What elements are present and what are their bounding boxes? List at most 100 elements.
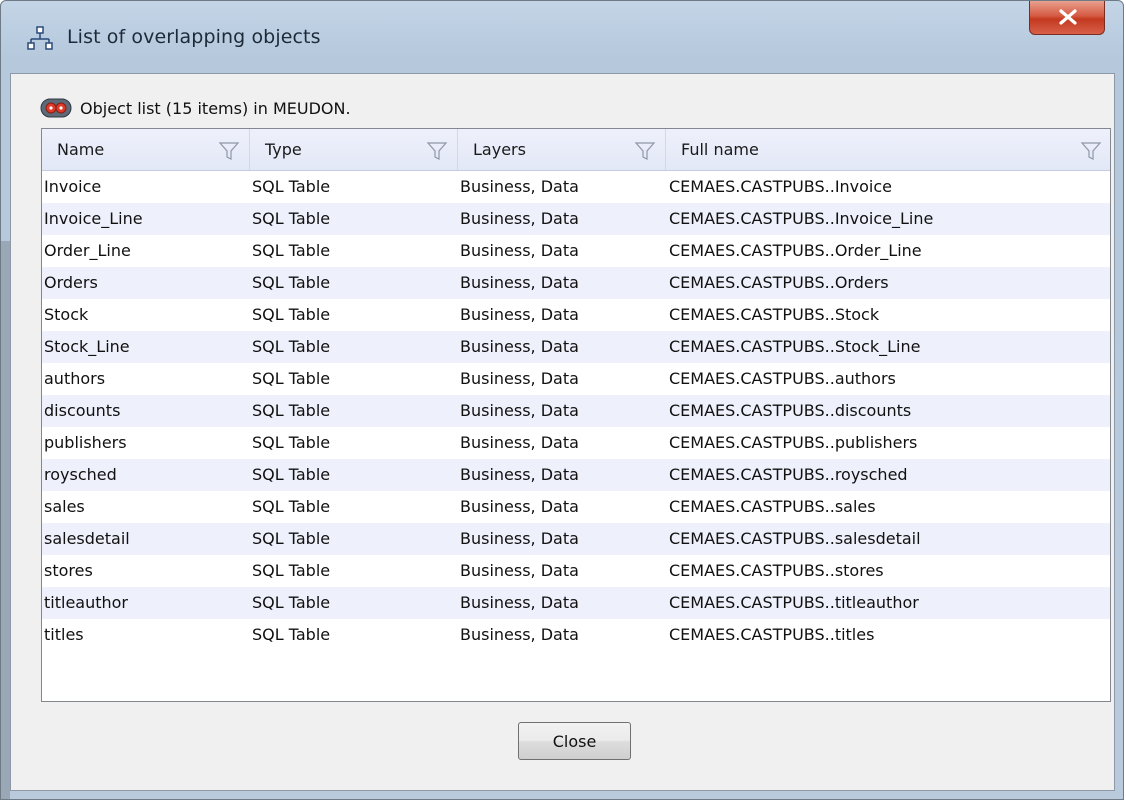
- cell-full-name: CEMAES.CASTPUBS..Stock: [669, 305, 880, 324]
- cell-name: sales: [44, 497, 85, 516]
- objects-table[interactable]: Name Type Layers Full name Invoice SQL T…: [41, 128, 1111, 702]
- table-row[interactable]: salesdetail SQL Table Business, Data CEM…: [42, 523, 1110, 555]
- cell-layers: Business, Data: [460, 561, 579, 580]
- dialog-content: Object list (15 items) in MEUDON. Name T…: [10, 73, 1115, 791]
- cell-type: SQL Table: [252, 369, 331, 388]
- cell-full-name: CEMAES.CASTPUBS..roysched: [669, 465, 908, 484]
- cell-type: SQL Table: [252, 209, 331, 228]
- cell-type: SQL Table: [252, 529, 331, 548]
- filter-icon[interactable]: [218, 140, 240, 162]
- cell-type: SQL Table: [252, 401, 331, 420]
- column-header-type[interactable]: Type: [250, 129, 458, 170]
- cell-full-name: CEMAES.CASTPUBS..Invoice_Line: [669, 209, 934, 228]
- cell-name: Invoice: [44, 177, 102, 196]
- table-row[interactable]: titleauthor SQL Table Business, Data CEM…: [42, 587, 1110, 619]
- table-row[interactable]: stores SQL Table Business, Data CEMAES.C…: [42, 555, 1110, 587]
- table-row[interactable]: sales SQL Table Business, Data CEMAES.CA…: [42, 491, 1110, 523]
- hierarchy-icon: [27, 25, 53, 51]
- cell-full-name: CEMAES.CASTPUBS..salesdetail: [669, 529, 921, 548]
- cell-type: SQL Table: [252, 497, 331, 516]
- table-row[interactable]: Stock_Line SQL Table Business, Data CEMA…: [42, 331, 1110, 363]
- table-row[interactable]: publishers SQL Table Business, Data CEMA…: [42, 427, 1110, 459]
- window-close-button[interactable]: [1029, 1, 1105, 35]
- cell-layers: Business, Data: [460, 465, 579, 484]
- cell-name: Order_Line: [44, 241, 131, 260]
- cell-layers: Business, Data: [460, 433, 579, 452]
- cell-type: SQL Table: [252, 625, 331, 644]
- cell-name: publishers: [44, 433, 127, 452]
- cell-layers: Business, Data: [460, 177, 579, 196]
- object-list-icon: [40, 97, 72, 119]
- table-row[interactable]: Invoice_Line SQL Table Business, Data CE…: [42, 203, 1110, 235]
- cell-name: titles: [44, 625, 84, 644]
- filter-icon[interactable]: [634, 140, 656, 162]
- cell-name: Orders: [44, 273, 98, 292]
- cell-type: SQL Table: [252, 305, 331, 324]
- cell-type: SQL Table: [252, 241, 331, 260]
- cell-type: SQL Table: [252, 465, 331, 484]
- column-header-layers[interactable]: Layers: [458, 129, 666, 170]
- column-header-label: Name: [57, 140, 105, 159]
- cell-layers: Business, Data: [460, 209, 579, 228]
- cell-layers: Business, Data: [460, 529, 579, 548]
- cell-full-name: CEMAES.CASTPUBS..sales: [669, 497, 876, 516]
- cell-name: titleauthor: [44, 593, 129, 612]
- cell-layers: Business, Data: [460, 241, 579, 260]
- cell-full-name: CEMAES.CASTPUBS..publishers: [669, 433, 918, 452]
- list-caption-text: Object list (15 items) in MEUDON.: [80, 98, 351, 118]
- cell-layers: Business, Data: [460, 369, 579, 388]
- cell-layers: Business, Data: [460, 497, 579, 516]
- cell-name: authors: [44, 369, 106, 388]
- cell-layers: Business, Data: [460, 273, 579, 292]
- table-body: Invoice SQL Table Business, Data CEMAES.…: [42, 171, 1110, 651]
- cell-type: SQL Table: [252, 593, 331, 612]
- column-header-name[interactable]: Name: [42, 129, 250, 170]
- window-edge: [1, 241, 10, 799]
- cell-name: roysched: [44, 465, 117, 484]
- cell-full-name: CEMAES.CASTPUBS..Invoice: [669, 177, 893, 196]
- cell-full-name: CEMAES.CASTPUBS..titleauthor: [669, 593, 919, 612]
- cell-name: salesdetail: [44, 529, 130, 548]
- filter-icon[interactable]: [426, 140, 448, 162]
- cell-type: SQL Table: [252, 337, 331, 356]
- column-header-label: Type: [265, 140, 302, 159]
- cell-full-name: CEMAES.CASTPUBS..stores: [669, 561, 884, 580]
- title-bar[interactable]: List of overlapping objects: [1, 1, 1123, 73]
- dialog-window: List of overlapping objects Object list …: [0, 0, 1124, 800]
- cell-full-name: CEMAES.CASTPUBS..Orders: [669, 273, 889, 292]
- cell-full-name: CEMAES.CASTPUBS..Order_Line: [669, 241, 922, 260]
- column-header-label: Layers: [473, 140, 526, 159]
- column-header-label: Full name: [681, 140, 759, 159]
- table-row[interactable]: Stock SQL Table Business, Data CEMAES.CA…: [42, 299, 1110, 331]
- cell-name: Stock_Line: [44, 337, 130, 356]
- cell-name: discounts: [44, 401, 121, 420]
- column-header-full-name[interactable]: Full name: [666, 129, 1110, 170]
- table-header: Name Type Layers Full name: [42, 129, 1110, 171]
- window-title: List of overlapping objects: [67, 26, 321, 48]
- table-row[interactable]: discounts SQL Table Business, Data CEMAE…: [42, 395, 1110, 427]
- cell-full-name: CEMAES.CASTPUBS..authors: [669, 369, 896, 388]
- cell-type: SQL Table: [252, 561, 331, 580]
- table-row[interactable]: Orders SQL Table Business, Data CEMAES.C…: [42, 267, 1110, 299]
- table-row[interactable]: titles SQL Table Business, Data CEMAES.C…: [42, 619, 1110, 651]
- cell-name: Stock: [44, 305, 89, 324]
- cell-type: SQL Table: [252, 273, 331, 292]
- cell-type: SQL Table: [252, 433, 331, 452]
- cell-layers: Business, Data: [460, 401, 579, 420]
- close-button[interactable]: Close: [518, 722, 631, 760]
- table-row[interactable]: roysched SQL Table Business, Data CEMAES…: [42, 459, 1110, 491]
- cell-full-name: CEMAES.CASTPUBS..Stock_Line: [669, 337, 921, 356]
- cell-layers: Business, Data: [460, 593, 579, 612]
- table-row[interactable]: Invoice SQL Table Business, Data CEMAES.…: [42, 171, 1110, 203]
- table-row[interactable]: authors SQL Table Business, Data CEMAES.…: [42, 363, 1110, 395]
- cell-layers: Business, Data: [460, 305, 579, 324]
- cell-name: Invoice_Line: [44, 209, 143, 228]
- table-row[interactable]: Order_Line SQL Table Business, Data CEMA…: [42, 235, 1110, 267]
- cell-layers: Business, Data: [460, 625, 579, 644]
- filter-icon[interactable]: [1080, 140, 1102, 162]
- cell-full-name: CEMAES.CASTPUBS..titles: [669, 625, 875, 644]
- cell-full-name: CEMAES.CASTPUBS..discounts: [669, 401, 912, 420]
- cell-layers: Business, Data: [460, 337, 579, 356]
- cell-name: stores: [44, 561, 93, 580]
- cell-type: SQL Table: [252, 177, 331, 196]
